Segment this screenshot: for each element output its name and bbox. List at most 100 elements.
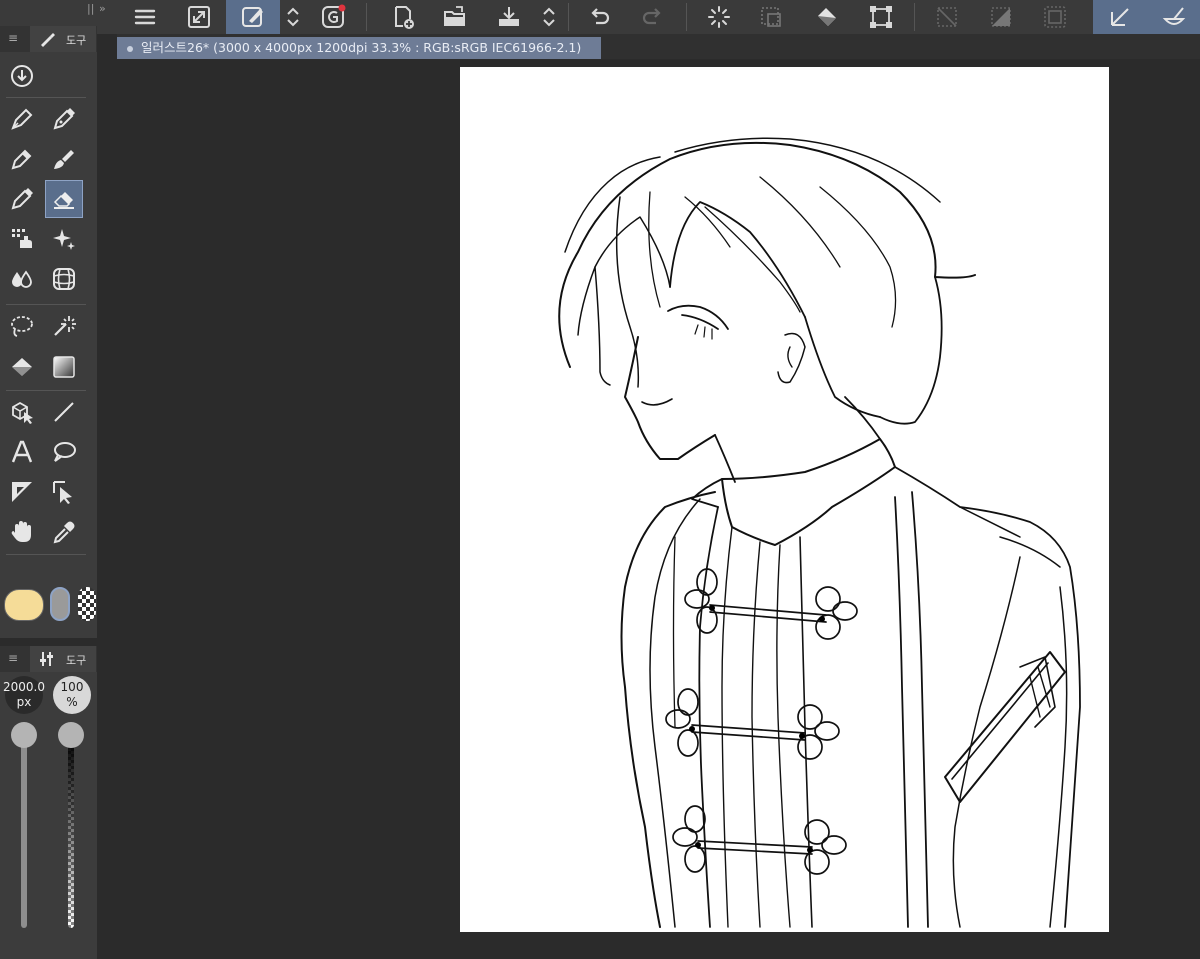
frame-icon [12, 482, 32, 502]
brush-icon [54, 150, 74, 169]
clear-selection-icon [937, 7, 957, 27]
tool-frame[interactable] [4, 474, 40, 510]
panel-menu-icon[interactable]: ≡ [8, 31, 18, 45]
toolbar-scroll-button[interactable] [282, 0, 304, 34]
magic-wand-icon [54, 316, 76, 336]
brush-correction-icon [242, 7, 263, 27]
save-file-button[interactable] [492, 0, 526, 34]
toolbar-divider [686, 3, 687, 31]
line-icon [54, 402, 74, 422]
tool-magic-wand[interactable] [46, 308, 82, 344]
clear-selection-button[interactable] [930, 0, 964, 34]
brush-size-value: 2000.0 [3, 680, 45, 694]
text-icon [11, 440, 33, 463]
deselect-icon [761, 7, 781, 27]
tool-download[interactable] [4, 58, 40, 94]
brush-size-slider-knob[interactable] [11, 722, 37, 748]
brush-opacity-value: 100 [60, 680, 84, 694]
tool-eyedropper[interactable] [46, 514, 82, 550]
brush-correction-button[interactable] [226, 0, 280, 34]
brush-opacity-slider-knob[interactable] [58, 722, 84, 748]
fill-icon [12, 358, 32, 376]
main-color-swatch[interactable] [4, 589, 44, 621]
brush-panel-tab[interactable]: 도구 [30, 646, 96, 672]
canvas-size-button[interactable] [182, 0, 216, 34]
tool-grid[interactable] [46, 261, 82, 297]
sliders-icon [40, 652, 53, 666]
toolbar-divider [568, 3, 569, 31]
tool-object-select[interactable] [46, 474, 82, 510]
tool-text[interactable] [4, 434, 40, 470]
ruler-snap-icon [1111, 8, 1129, 26]
save-file-icon [499, 7, 519, 26]
brush-opacity-unit: % [66, 695, 78, 709]
fill-selection-button[interactable] [810, 0, 844, 34]
brush-opacity-readout[interactable]: 100 % [53, 676, 91, 714]
blend-icon [12, 270, 32, 288]
svg-text:||: || [87, 2, 94, 15]
tool-marker[interactable] [4, 141, 40, 177]
sub-color-swatch[interactable] [50, 587, 70, 621]
tool-panel-tab[interactable]: 도구 [30, 26, 96, 52]
eraser-snap-button[interactable] [1147, 0, 1200, 34]
tool-pencil[interactable] [46, 101, 82, 137]
panel-menu-icon[interactable]: ≡ [8, 651, 18, 665]
tool-gradient[interactable] [46, 349, 82, 385]
select-all-button[interactable] [702, 0, 736, 34]
canvas-size-icon [188, 6, 210, 28]
deselect-button[interactable] [754, 0, 788, 34]
tool-speech-balloon[interactable] [46, 434, 82, 470]
transform-button[interactable] [864, 0, 898, 34]
tool-eraser[interactable] [45, 180, 83, 218]
speech-balloon-icon [54, 442, 76, 462]
transparent-color-swatch[interactable] [78, 587, 96, 621]
eyedropper-icon [53, 521, 75, 544]
hand-icon [11, 521, 31, 542]
tool-lasso[interactable] [4, 308, 40, 344]
tool-brush[interactable] [46, 141, 82, 177]
tool-decoration[interactable] [4, 221, 40, 257]
brush-size-unit: px [16, 695, 32, 709]
open-file-icon [444, 6, 465, 26]
new-file-icon [395, 6, 414, 29]
selection-border-button[interactable] [1038, 0, 1072, 34]
brush-panel-header: ≡ 도구 [0, 646, 97, 672]
new-file-button[interactable] [386, 0, 420, 34]
undo-button[interactable] [582, 0, 616, 34]
invert-selection-button[interactable] [984, 0, 1018, 34]
tool-fill[interactable] [4, 349, 40, 385]
brush-size-slider[interactable] [21, 736, 27, 928]
tool-line[interactable] [46, 394, 82, 430]
toolbar-scroll-button-2[interactable] [538, 0, 560, 34]
brush-size-panel: ≡ 도구 2000.0 px 100 % [0, 646, 97, 959]
brush-opacity-slider[interactable] [68, 736, 74, 928]
gradient-icon [53, 356, 75, 378]
3d-object-icon [12, 401, 33, 424]
redo-button[interactable] [636, 0, 670, 34]
menu-button[interactable] [128, 0, 162, 34]
tool-sparkle[interactable] [46, 221, 82, 257]
tool-divider [6, 97, 86, 98]
selection-border-icon [1044, 6, 1066, 28]
open-file-button[interactable] [438, 0, 472, 34]
tool-3d-object[interactable] [4, 394, 40, 430]
unsaved-dot-icon [127, 45, 133, 52]
tool-blend[interactable] [4, 261, 40, 297]
tool-pen[interactable] [4, 101, 40, 137]
airbrush-icon [11, 188, 33, 210]
top-toolbar: || » [0, 0, 1200, 34]
brand-button[interactable] [316, 0, 350, 34]
document-tab[interactable]: 일러스트26* (3000 x 4000px 1200dpi 33.3% : R… [117, 37, 601, 59]
tool-panel-header: ≡ 도구 [0, 26, 97, 52]
undo-icon [591, 8, 610, 25]
pen-icon [11, 108, 33, 130]
ruler-snap-button[interactable] [1093, 0, 1147, 34]
drawing-canvas[interactable] [460, 67, 1109, 932]
tool-divider [6, 390, 86, 391]
brush-size-readout[interactable]: 2000.0 px [3, 676, 45, 714]
document-tab-bar: 일러스트26* (3000 x 4000px 1200dpi 33.3% : R… [117, 34, 1200, 59]
chevron-updown-icon [543, 7, 555, 27]
tool-hand[interactable] [4, 514, 40, 550]
tool-airbrush[interactable] [4, 181, 40, 217]
redo-icon [642, 8, 661, 25]
